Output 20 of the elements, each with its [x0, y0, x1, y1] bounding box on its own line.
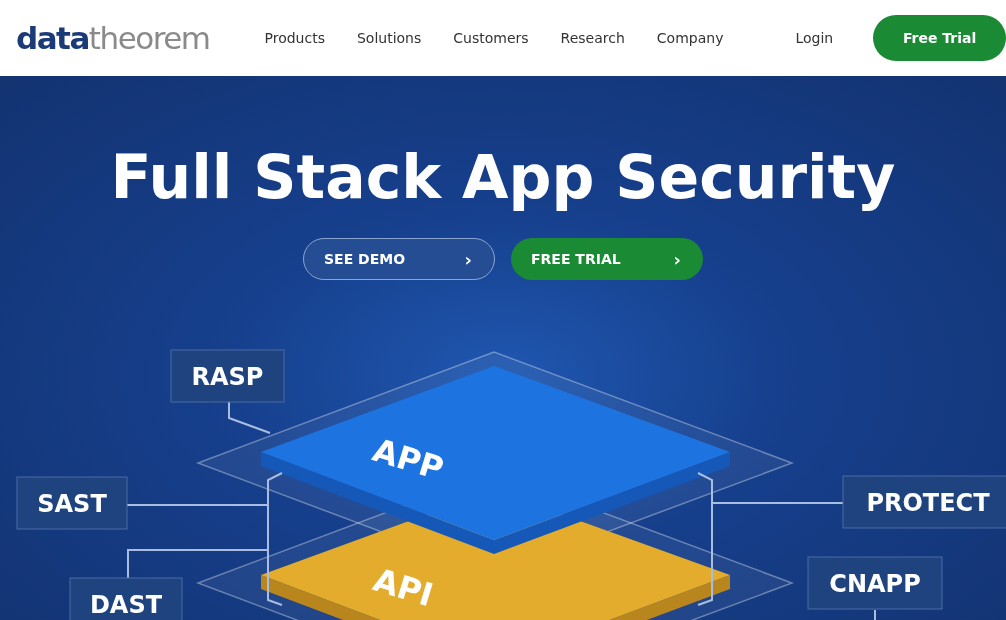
tag-label: CNAPP — [807, 556, 943, 610]
logo[interactable]: datatheorem — [16, 20, 243, 56]
connector-line — [874, 609, 876, 620]
nav-link[interactable]: Research — [560, 30, 625, 46]
nav-link[interactable]: Company — [656, 30, 724, 46]
nav-link[interactable]: Solutions — [356, 30, 422, 46]
nav-link[interactable]: Customers — [453, 30, 529, 46]
login-link[interactable]: Login — [795, 30, 834, 46]
nav-link[interactable]: Products — [264, 30, 325, 46]
free-trial-button[interactable]: Free Trial — [873, 15, 1006, 61]
free-trial-button[interactable]: FREE TRIAL › — [511, 238, 703, 280]
demo-button[interactable]: SEE DEMO › — [303, 238, 495, 280]
tag-label: SAST — [16, 476, 128, 530]
layer-label: APP — [368, 430, 449, 489]
tag-label: PROTECT — [842, 475, 1006, 529]
tag-label: RASP — [170, 349, 285, 403]
connector-line — [228, 401, 271, 434]
hero-title: Full Stack App Security — [110, 142, 896, 212]
tag-label: DAST — [69, 577, 183, 620]
layer-label: API — [368, 560, 438, 615]
